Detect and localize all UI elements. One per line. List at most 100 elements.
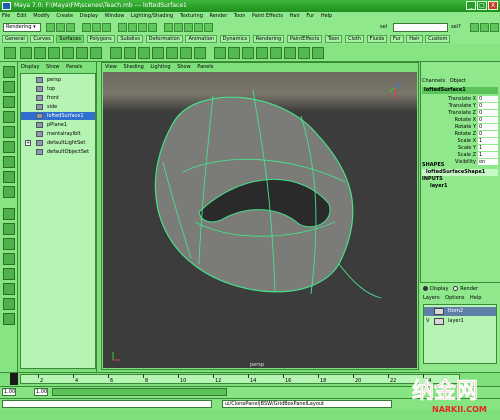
- persp-graph-layout-icon[interactable]: [3, 253, 15, 265]
- outliner-item[interactable]: pPlane1: [21, 121, 95, 129]
- channel-value-field[interactable]: 0: [478, 103, 498, 109]
- channel-value-field[interactable]: 0: [478, 110, 498, 116]
- render-radio[interactable]: [453, 286, 459, 291]
- snap-point-icon[interactable]: [138, 23, 147, 32]
- tool-settings-icon[interactable]: [480, 23, 489, 32]
- outliner-item[interactable]: + defaultLightSet: [21, 139, 95, 147]
- channel-value-field[interactable]: 0: [478, 117, 498, 123]
- viewport-menu-show[interactable]: Show: [177, 64, 191, 70]
- channel-box-icon[interactable]: [490, 23, 499, 32]
- select-component-icon[interactable]: [102, 23, 111, 32]
- rebuild-surface-icon[interactable]: [312, 47, 324, 59]
- untrim-icon[interactable]: [256, 47, 268, 59]
- nurbs-torus-icon[interactable]: [90, 47, 102, 59]
- select-tool-icon[interactable]: [3, 66, 15, 78]
- loft-icon[interactable]: [124, 47, 136, 59]
- manipulator-icon[interactable]: [3, 156, 15, 168]
- persp-outliner-layout-icon[interactable]: [3, 238, 15, 250]
- current-time-marker[interactable]: [10, 373, 18, 385]
- channel-value-field[interactable]: 0: [478, 96, 498, 102]
- layer-menu-layers[interactable]: Layers: [423, 295, 440, 301]
- shelf-tab-rendering[interactable]: Rendering: [252, 35, 285, 43]
- shelf-tab-painteffects[interactable]: PaintEffects: [286, 35, 323, 43]
- outliner-menu-show[interactable]: Show: [46, 64, 60, 70]
- shelf-tab-cloth[interactable]: Cloth: [345, 35, 365, 43]
- project-curve-icon[interactable]: [214, 47, 226, 59]
- channel-row[interactable]: Scale Z1: [422, 152, 498, 159]
- display-radio[interactable]: [423, 286, 428, 291]
- outliner-item[interactable]: persp: [21, 76, 95, 84]
- channel-value-field[interactable]: 0: [478, 131, 498, 137]
- viewport-menu-view[interactable]: View: [105, 64, 117, 70]
- close-button[interactable]: X: [488, 1, 498, 10]
- menu-toon[interactable]: Toon: [234, 13, 246, 19]
- menu-hair[interactable]: Hair: [290, 13, 300, 19]
- ipr-render-icon[interactable]: [194, 23, 203, 32]
- outliner-item[interactable]: top: [21, 85, 95, 93]
- viewport-menu-shading[interactable]: Shading: [123, 64, 143, 70]
- persp-hypergraph-layout-icon[interactable]: [3, 283, 15, 295]
- channel-value-field[interactable]: 1: [478, 138, 498, 144]
- shelf-tab-general[interactable]: General: [2, 35, 28, 43]
- menu-edit[interactable]: Edit: [17, 13, 27, 19]
- viewport-menu-lighting[interactable]: Lighting: [150, 64, 170, 70]
- render-view-icon[interactable]: [174, 23, 183, 32]
- channel-row[interactable]: Scale Y1: [422, 145, 498, 152]
- quick-select-field[interactable]: [393, 23, 448, 32]
- maximize-button[interactable]: □: [477, 1, 487, 10]
- attribute-editor-icon[interactable]: [470, 23, 479, 32]
- menu-window[interactable]: Window: [105, 13, 125, 19]
- select-hierarchy-icon[interactable]: [82, 23, 91, 32]
- extrude-icon[interactable]: [152, 47, 164, 59]
- outliner-item[interactable]: defaultObjectSet: [21, 148, 95, 156]
- boundary-icon[interactable]: [180, 47, 192, 59]
- outliner-item[interactable]: front: [21, 94, 95, 102]
- layer-row[interactable]: ttom2: [424, 307, 496, 316]
- channel-row[interactable]: Translate Y0: [422, 103, 498, 110]
- square-surface-icon[interactable]: [194, 47, 206, 59]
- select-object-icon[interactable]: [92, 23, 101, 32]
- shelf-tab-surfaces[interactable]: Surfaces: [56, 35, 84, 43]
- menu-fur[interactable]: Fur: [306, 13, 314, 19]
- save-scene-icon[interactable]: [66, 23, 75, 32]
- new-scene-icon[interactable]: [46, 23, 55, 32]
- channel-row[interactable]: Rotate X0: [422, 117, 498, 124]
- outliner-menu-panels[interactable]: Panels: [66, 64, 82, 70]
- shelf-tab-fluids[interactable]: Fluids: [366, 35, 388, 43]
- scale-tool-icon[interactable]: [3, 141, 15, 153]
- channel-row[interactable]: Scale X1: [422, 138, 498, 145]
- menu-texturing[interactable]: Texturing: [180, 13, 203, 19]
- open-scene-icon[interactable]: [56, 23, 65, 32]
- channel-value-field[interactable]: 1: [478, 145, 498, 151]
- layer-visibility-toggle[interactable]: V: [426, 317, 432, 326]
- rotate-tool-icon[interactable]: [3, 126, 15, 138]
- layer-color-swatch[interactable]: [434, 318, 444, 325]
- shelf-tab-polygons[interactable]: Polygons: [86, 35, 115, 43]
- nurbs-cone-icon[interactable]: [62, 47, 74, 59]
- intersect-surfaces-icon[interactable]: [228, 47, 240, 59]
- menu-file[interactable]: File: [2, 13, 10, 19]
- shelf-menu-icon[interactable]: [4, 47, 16, 59]
- detach-surfaces-icon[interactable]: [284, 47, 296, 59]
- nurbs-plane-icon[interactable]: [76, 47, 88, 59]
- shelf-tab-dynamics[interactable]: Dynamics: [219, 35, 251, 43]
- channel-row[interactable]: Translate X0: [422, 96, 498, 103]
- expand-toggle-icon[interactable]: +: [25, 140, 31, 146]
- birail-icon[interactable]: [166, 47, 178, 59]
- outliner-layout-icon[interactable]: [3, 298, 15, 310]
- shelf-tab-hair[interactable]: Hair: [406, 35, 423, 43]
- channel-box-object-name[interactable]: loftedSurface1: [422, 87, 498, 94]
- sculpt-tool-icon[interactable]: [3, 186, 15, 198]
- lasso-tool-icon[interactable]: [3, 81, 15, 93]
- layer-menu-options[interactable]: Options: [445, 295, 464, 301]
- menu-set-dropdown[interactable]: Rendering ▾: [3, 23, 41, 32]
- channel-box-menu-object[interactable]: Object: [450, 78, 466, 84]
- nurbs-sphere-icon[interactable]: [20, 47, 32, 59]
- shelf-tab-deformation[interactable]: Deformation: [145, 35, 183, 43]
- playback-start-field[interactable]: 1.00: [34, 388, 48, 396]
- viewport-menu-panels[interactable]: Panels: [197, 64, 213, 70]
- four-view-layout-icon[interactable]: [3, 223, 15, 235]
- channel-row[interactable]: Translate Z0: [422, 110, 498, 117]
- minimize-button[interactable]: _: [466, 1, 476, 10]
- range-slider[interactable]: [52, 388, 227, 396]
